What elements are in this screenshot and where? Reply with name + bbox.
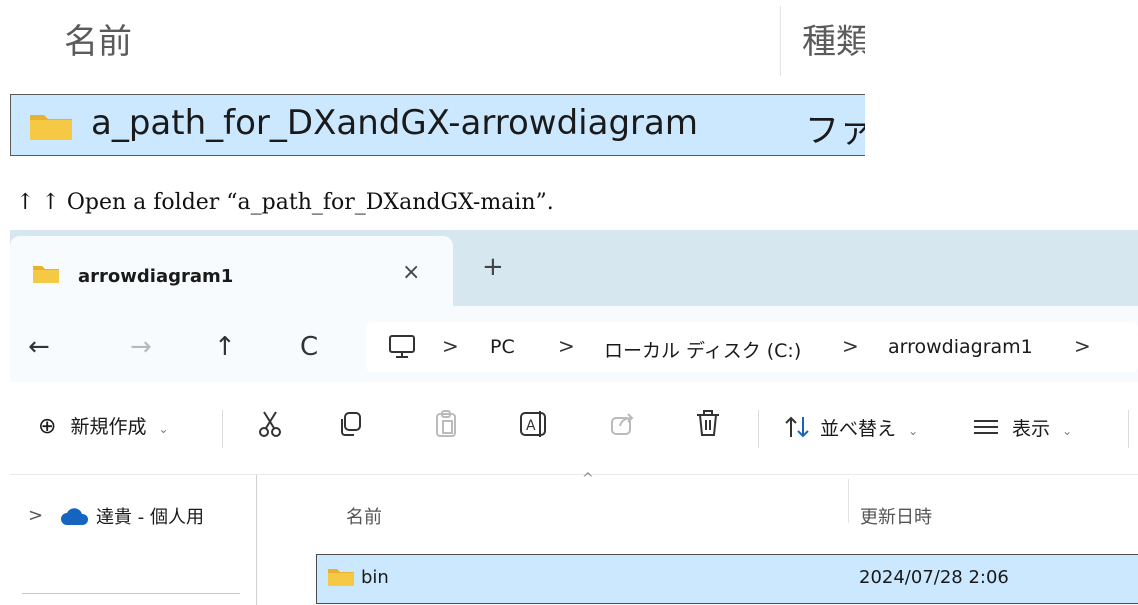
- view-icon: [972, 417, 1000, 442]
- computer-icon: [388, 334, 416, 364]
- view-button[interactable]: 表示 ⌄: [972, 414, 1072, 442]
- file-explorer-window: arrowdiagram1 × + ← → ↑ C > PC > ローカル ディ…: [10, 230, 1138, 605]
- new-label: 新規作成: [70, 416, 147, 438]
- new-button[interactable]: ⊕ 新規作成 ⌄: [38, 412, 169, 439]
- up-arrow-icon[interactable]: ↑: [214, 332, 236, 362]
- svg-text:A: A: [526, 418, 536, 434]
- column-header-name[interactable]: 名前: [346, 503, 382, 529]
- column-header-type[interactable]: 種類: [802, 14, 865, 63]
- folder-icon: [327, 567, 355, 591]
- add-circle-icon: ⊕: [38, 414, 57, 439]
- tab-arrowdiagram1[interactable]: arrowdiagram1 ×: [10, 236, 453, 306]
- zoomed-file-list: 名前 種類 a_path_for_DXandGX-arrowdiagram ファ…: [0, 0, 865, 180]
- toolbar-divider: [758, 410, 759, 448]
- navigation-bar: ← → ↑ C > PC > ローカル ディスク (C:) > arrowdia…: [10, 306, 1138, 382]
- tab-bar: arrowdiagram1 × +: [10, 230, 1138, 306]
- cut-icon[interactable]: [254, 408, 286, 440]
- navigation-pane: > 達貴 - 個人用: [10, 475, 257, 605]
- breadcrumb-separator-icon[interactable]: >: [1074, 334, 1091, 358]
- column-header-name[interactable]: 名前: [64, 14, 132, 63]
- sort-button[interactable]: 並べ替え ⌄: [784, 414, 918, 444]
- column-header-date-modified[interactable]: 更新日時: [860, 503, 932, 529]
- instruction-caption: ↑ ↑ Open a folder “a_path_for_DXandGX-ma…: [16, 190, 554, 215]
- tab-label: arrowdiagram1: [78, 266, 234, 287]
- breadcrumb-pc[interactable]: PC: [490, 336, 515, 358]
- folder-type: ファイ: [805, 111, 865, 151]
- close-tab-icon[interactable]: ×: [402, 260, 420, 285]
- address-bar[interactable]: > PC > ローカル ディスク (C:) > arrowdiagram1 >: [366, 322, 1138, 372]
- new-tab-icon[interactable]: +: [482, 252, 504, 282]
- share-icon[interactable]: [606, 408, 638, 440]
- file-date-modified: 2024/07/28 2:06: [859, 567, 1009, 588]
- command-bar: ⊕ 新規作成 ⌄ A 並べ替え ⌄ 表示 ⌄: [10, 382, 1138, 474]
- copy-icon[interactable]: [334, 408, 366, 440]
- breadcrumb-separator-icon: >: [442, 334, 459, 358]
- content-area: > 達貴 - 個人用 ^ 名前 更新日時 bin 2024/07/28 2:06: [10, 471, 1138, 605]
- toolbar-divider: [1128, 410, 1129, 448]
- chevron-down-icon: ⌄: [908, 424, 919, 438]
- forward-arrow-icon[interactable]: →: [130, 332, 152, 362]
- sort-label: 並べ替え: [820, 418, 897, 440]
- column-divider: [780, 6, 781, 76]
- chevron-down-icon: ⌄: [1062, 424, 1073, 438]
- expand-chevron-icon[interactable]: >: [28, 505, 43, 526]
- breadcrumb-separator-icon: >: [842, 334, 859, 358]
- file-name: bin: [361, 567, 389, 588]
- toolbar-divider: [222, 410, 223, 448]
- folder-name: a_path_for_DXandGX-arrowdiagram: [91, 103, 698, 143]
- pane-divider: [22, 593, 240, 594]
- onedrive-personal-item[interactable]: 達貴 - 個人用: [96, 503, 204, 529]
- view-label: 表示: [1012, 418, 1051, 440]
- cloud-icon: [60, 508, 90, 530]
- rename-icon[interactable]: A: [518, 408, 550, 440]
- refresh-icon[interactable]: C: [300, 332, 318, 362]
- folder-icon: [29, 111, 73, 145]
- chevron-down-icon: ⌄: [158, 422, 169, 436]
- sort-icon: [784, 415, 810, 444]
- folder-icon: [32, 264, 60, 288]
- sort-ascending-icon: ^: [582, 471, 594, 487]
- delete-icon[interactable]: [692, 408, 724, 440]
- breadcrumb-arrowdiagram1[interactable]: arrowdiagram1: [888, 336, 1033, 358]
- breadcrumb-local-disk[interactable]: ローカル ディスク (C:): [604, 336, 801, 363]
- breadcrumb-separator-icon: >: [558, 334, 575, 358]
- back-arrow-icon[interactable]: ←: [28, 332, 50, 362]
- selected-folder-row[interactable]: a_path_for_DXandGX-arrowdiagram ファイ: [10, 94, 865, 156]
- table-row[interactable]: bin 2024/07/28 2:06: [316, 554, 1138, 604]
- column-divider[interactable]: [848, 479, 849, 523]
- paste-icon[interactable]: [430, 408, 462, 440]
